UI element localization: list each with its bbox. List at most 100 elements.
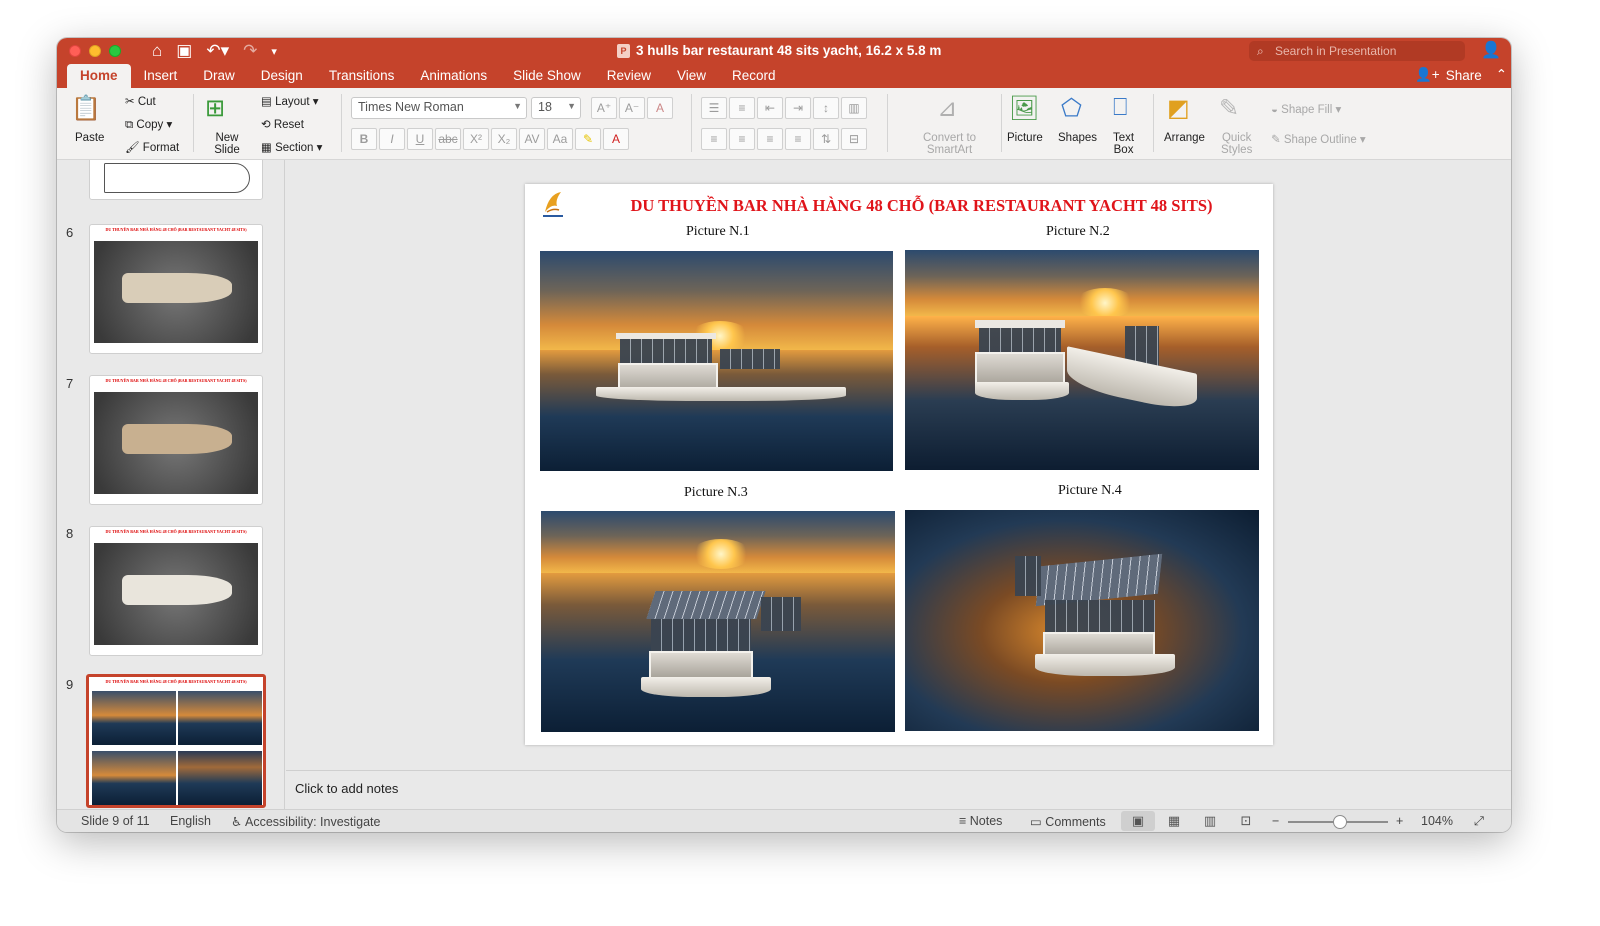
smartart-icon[interactable]: ⊿ [937, 94, 957, 123]
shape-outline-button[interactable]: ✎ Shape Outline ▾ [1271, 132, 1366, 146]
character-spacing-button[interactable]: AV [519, 128, 545, 150]
yacht-photo-4[interactable] [905, 510, 1259, 731]
tab-design[interactable]: Design [248, 64, 316, 88]
highlight-button[interactable]: ✎ [575, 128, 601, 150]
tab-view[interactable]: View [664, 64, 719, 88]
arrange-button[interactable]: Arrange [1164, 132, 1205, 144]
accessibility-checker[interactable]: ♿ Accessibility: Investigate [231, 814, 380, 829]
change-case-button[interactable]: Aa [547, 128, 573, 150]
justify-button[interactable]: ≡ [785, 128, 811, 150]
layout-button[interactable]: ▤ Layout ▾ [261, 94, 319, 108]
caption-picture-4[interactable]: Picture N.4 [1058, 483, 1122, 499]
caption-picture-3[interactable]: Picture N.3 [684, 485, 748, 501]
yacht-photo-3[interactable] [541, 511, 895, 732]
slide-thumbnail-5[interactable] [89, 160, 263, 200]
shapes-button[interactable]: Shapes [1058, 132, 1097, 144]
align-right-button[interactable]: ≡ [757, 128, 783, 150]
tab-animations[interactable]: Animations [407, 64, 500, 88]
yacht-photo-1[interactable] [540, 251, 893, 471]
new-slide-button[interactable]: New Slide [213, 132, 241, 156]
tab-review[interactable]: Review [594, 64, 664, 88]
text-box-button[interactable]: Text Box [1113, 132, 1134, 156]
collapse-ribbon-icon[interactable]: ⌃ [1496, 67, 1507, 83]
align-left-button[interactable]: ≡ [701, 128, 727, 150]
columns-button[interactable]: ▥ [841, 97, 867, 119]
subscript-button[interactable]: X₂ [491, 128, 517, 150]
slide-thumbnail-8[interactable]: DU THUYỀN BAR NHÀ HÀNG 48 CHỖ (BAR RESTA… [89, 526, 263, 656]
format-painter-button[interactable]: 🖌 Format [125, 140, 179, 154]
shrink-font-button[interactable]: A⁻ [619, 97, 645, 119]
line-spacing-button[interactable]: ↕ [813, 97, 839, 119]
slide-thumbnail-9[interactable]: DU THUYỀN BAR NHÀ HÀNG 48 CHỖ (BAR RESTA… [86, 674, 266, 808]
reading-view-button[interactable]: ▥ [1193, 811, 1227, 831]
copy-button[interactable]: ⧉ Copy ▾ [125, 117, 172, 132]
zoom-out-button[interactable]: − [1272, 814, 1279, 828]
decrease-indent-button[interactable]: ⇤ [757, 97, 783, 119]
italic-button[interactable]: I [379, 128, 405, 150]
tab-transitions[interactable]: Transitions [316, 64, 408, 88]
slide-title[interactable]: DU THUYỀN BAR NHÀ HÀNG 48 CHỖ (BAR RESTA… [525, 196, 1273, 216]
yacht-photo-2[interactable] [905, 250, 1259, 470]
clear-format-button[interactable]: A [647, 97, 673, 119]
quick-styles-button[interactable]: Quick Styles [1221, 132, 1252, 156]
shapes-icon[interactable]: ⬠ [1061, 94, 1082, 123]
cut-button[interactable]: ✂ Cut [125, 94, 156, 108]
language-indicator[interactable]: English [170, 814, 211, 828]
bullets-button[interactable]: ☰ [701, 97, 727, 119]
caption-picture-1[interactable]: Picture N.1 [686, 224, 750, 240]
font-name-select[interactable]: Times New Roman ▼ [351, 97, 527, 119]
fit-to-window-icon[interactable]: ⤢ [1474, 814, 1484, 829]
increase-indent-button[interactable]: ⇥ [785, 97, 811, 119]
slide-editing-canvas[interactable]: DU THUYỀN BAR NHÀ HÀNG 48 CHỖ (BAR RESTA… [286, 160, 1511, 770]
shape-fill-button[interactable]: ◒ Shape Fill ▾ [1271, 102, 1341, 116]
zoom-slider[interactable] [1288, 815, 1388, 829]
account-icon[interactable]: 👤 [1481, 40, 1501, 60]
search-input[interactable]: ⌕ Search in Presentation [1249, 41, 1465, 61]
font-size-select[interactable]: 18 ▼ [531, 97, 581, 119]
notes-pane[interactable]: Click to add notes [286, 770, 1511, 809]
text-direction-button[interactable]: ⇅ [813, 128, 839, 150]
text-box-icon[interactable]: ⎕ [1113, 94, 1127, 122]
slide-thumbnail-6[interactable]: DU THUYỀN BAR NHÀ HÀNG 48 CHỖ (BAR RESTA… [89, 224, 263, 354]
share-button[interactable]: 👤+ Share ⌃ [1415, 67, 1507, 83]
quick-styles-icon[interactable]: ✎ [1219, 94, 1239, 123]
normal-view-button[interactable]: ▣ [1121, 811, 1155, 831]
paste-icon[interactable]: 📋 [71, 94, 101, 123]
superscript-button[interactable]: X² [463, 128, 489, 150]
underline-button[interactable]: U [407, 128, 433, 150]
picture-button[interactable]: Picture [1007, 132, 1043, 144]
current-slide[interactable]: DU THUYỀN BAR NHÀ HÀNG 48 CHỖ (BAR RESTA… [525, 184, 1273, 745]
zoom-level[interactable]: 104% [1421, 814, 1453, 828]
picture-icon[interactable]: 🖼 [1009, 94, 1039, 123]
slide-show-button[interactable]: ⊡ [1229, 811, 1263, 831]
slide-thumbnail-pane[interactable]: 6 DU THUYỀN BAR NHÀ HÀNG 48 CHỖ (BAR RES… [57, 160, 285, 809]
strikethrough-button[interactable]: abc [435, 128, 461, 150]
reset-button[interactable]: ⟲ Reset [261, 117, 304, 131]
slide-thumbnail-7[interactable]: DU THUYỀN BAR NHÀ HÀNG 48 CHỖ (BAR RESTA… [89, 375, 263, 505]
convert-smartart-button[interactable]: Convert to SmartArt [923, 132, 976, 156]
align-center-button[interactable]: ≡ [729, 128, 755, 150]
new-slide-icon[interactable]: ⊞ [205, 94, 225, 123]
tab-home[interactable]: Home [67, 64, 131, 88]
paste-button[interactable]: Paste [75, 132, 104, 144]
font-color-button[interactable]: A [603, 128, 629, 150]
close-window-button[interactable] [69, 45, 81, 57]
comments-toggle[interactable]: ▭ Comments [1030, 814, 1106, 829]
numbering-button[interactable]: ≡ [729, 97, 755, 119]
home-icon[interactable]: ⌂ [152, 41, 162, 61]
notes-placeholder[interactable]: Click to add notes [295, 781, 398, 796]
caption-picture-2[interactable]: Picture N.2 [1046, 224, 1110, 240]
tab-record[interactable]: Record [719, 64, 789, 88]
save-icon[interactable]: ▣ [176, 41, 192, 61]
align-text-button[interactable]: ⊟ [841, 128, 867, 150]
arrange-icon[interactable]: ◩ [1167, 94, 1190, 123]
zoom-in-button[interactable]: + [1396, 814, 1403, 828]
undo-icon[interactable]: ↶▾ [206, 41, 229, 61]
grow-font-button[interactable]: A⁺ [591, 97, 617, 119]
bold-button[interactable]: B [351, 128, 377, 150]
redo-icon[interactable]: ↷ [243, 41, 257, 61]
section-button[interactable]: ▦ Section ▾ [261, 140, 322, 154]
tab-insert[interactable]: Insert [131, 64, 191, 88]
customize-toolbar-icon[interactable]: ▾ [271, 45, 277, 58]
minimize-window-button[interactable] [89, 45, 101, 57]
